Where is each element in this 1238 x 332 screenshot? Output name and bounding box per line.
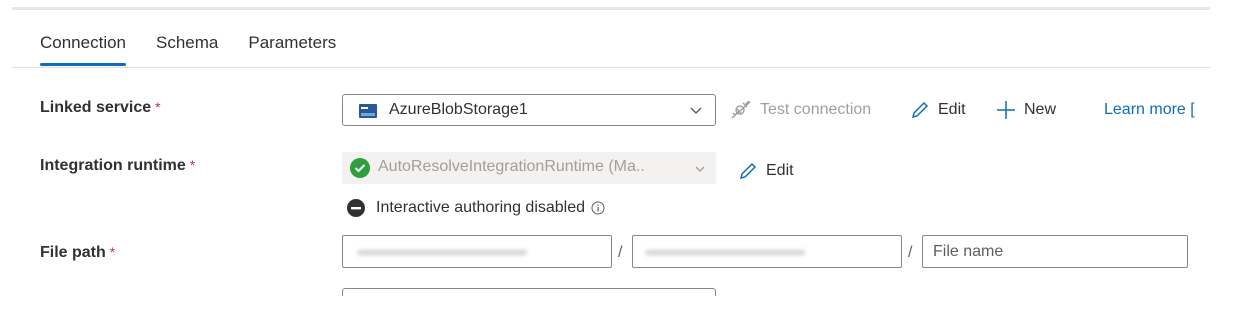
plus-icon [997, 101, 1015, 119]
file-path-label: File path * [40, 244, 115, 262]
integration-runtime-edit-button[interactable]: Edit [738, 161, 794, 181]
container-input[interactable] [342, 235, 612, 268]
learn-more-link[interactable]: Learn more [ [1104, 101, 1195, 119]
chevron-down-icon [695, 166, 705, 172]
required-marker: * [189, 157, 196, 173]
test-connection-label: Test connection [760, 101, 872, 118]
file-name-input[interactable]: File name [922, 235, 1188, 268]
integration-runtime-select: AutoResolveIntegrationRuntime (Ma.. [342, 152, 716, 184]
info-icon[interactable] [591, 201, 605, 215]
linked-service-label-text: Linked service [40, 99, 152, 116]
linked-service-label: Linked service * [40, 99, 161, 117]
blocked-icon [347, 199, 365, 217]
interactive-authoring-text: Interactive authoring disabled [376, 199, 586, 216]
check-circle-icon [350, 158, 370, 178]
file-name-placeholder: File name [933, 243, 1004, 260]
new-linked-service-button[interactable]: New [996, 100, 1056, 120]
new-label: New [1024, 101, 1057, 118]
chevron-down-icon [690, 107, 702, 114]
integration-runtime-edit-label: Edit [766, 162, 794, 179]
tab-schema[interactable]: Schema [156, 33, 218, 66]
bottom-cover [0, 296, 1238, 332]
interactive-authoring-status: Interactive authoring disabled [346, 198, 605, 218]
plug-disconnected-icon [731, 100, 751, 119]
integration-runtime-value: AutoResolveIntegrationRuntime (Ma.. [378, 158, 645, 175]
learn-more-label: Learn more [ [1104, 101, 1195, 118]
file-path-label-text: File path [40, 244, 106, 261]
test-connection-button[interactable]: Test connection [730, 100, 871, 120]
tabs-divider [12, 67, 1210, 68]
integration-runtime-label: Integration runtime * [40, 157, 195, 175]
tab-connection[interactable]: Connection [40, 33, 127, 66]
tab-bar: Connection Schema Parameters [40, 33, 366, 69]
storage-icon [359, 104, 377, 118]
pencil-icon [739, 162, 757, 180]
redacted-text [645, 250, 805, 255]
required-marker: * [109, 244, 116, 260]
pencil-icon [911, 101, 929, 119]
integration-runtime-label-text: Integration runtime [40, 157, 186, 174]
linked-service-select[interactable]: AzureBlobStorage1 [342, 94, 716, 126]
linked-service-edit-button[interactable]: Edit [910, 100, 966, 120]
top-divider [12, 7, 1210, 10]
redacted-text [357, 250, 527, 255]
tab-parameters[interactable]: Parameters [248, 33, 336, 66]
path-separator: / [618, 244, 623, 261]
required-marker: * [155, 99, 161, 115]
directory-input[interactable] [632, 235, 902, 268]
linked-service-value: AzureBlobStorage1 [389, 101, 528, 118]
linked-service-edit-label: Edit [938, 101, 966, 118]
path-separator: / [908, 244, 913, 261]
